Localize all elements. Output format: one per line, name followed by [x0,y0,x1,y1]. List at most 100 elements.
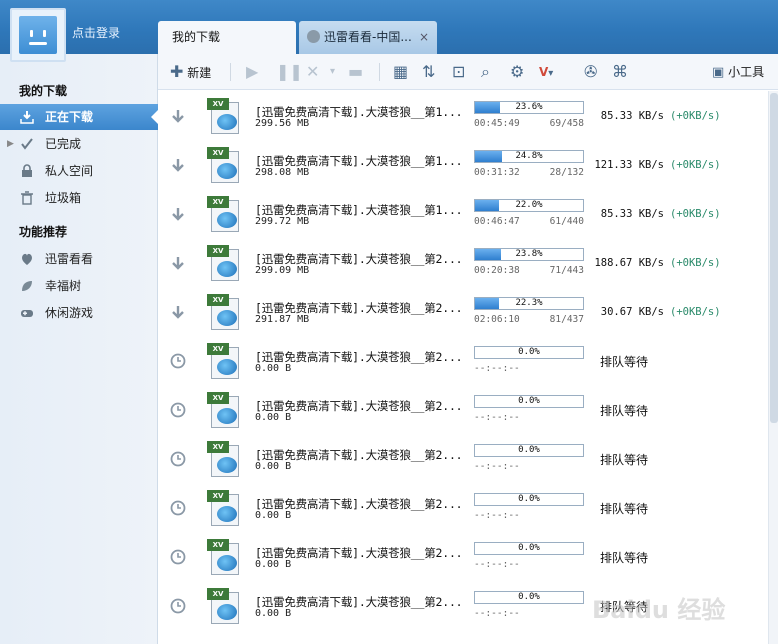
file-type-badge: XV [207,392,229,404]
expand-arrow-icon[interactable]: ▶ [7,131,14,157]
lock-icon [22,164,32,177]
watermark: Baidu 经验 [592,596,726,624]
file-size: 0.00 B [255,608,292,619]
downloading-arrow-icon [172,208,184,221]
download-row[interactable]: XV [迅雷免费高清下载].大漠苍狼__第2... 0.00 B 0.0% --:--:… [158,336,768,385]
download-row[interactable]: XV [迅雷免费高清下载].大漠苍狼__第2... 0.00 B 0.0% --:--:… [158,434,768,483]
status-label: 排队等待 [600,551,649,565]
details-button[interactable]: ⊡ [452,62,465,82]
chevron-down-icon: ▾ [330,66,336,77]
vip-badge-icon: V [539,65,549,79]
download-row[interactable]: XV [迅雷免费高清下载].大漠苍狼__第2... 299.09 MB 23.8% 00… [158,238,768,287]
vip-button[interactable]: V▾ [539,62,553,82]
sort-button[interactable]: ⇅ [422,62,435,82]
view-mode-button[interactable]: ▦ [393,62,408,82]
file-size: 0.00 B [255,412,292,423]
delete-dropdown[interactable]: ▾ [330,62,335,82]
start-button[interactable]: ▶ [246,62,258,82]
upload-speed: (+0KB/s) [670,208,721,220]
scrollbar[interactable] [768,91,778,644]
new-task-label: 新建 [187,66,212,80]
progress-bar: 0.0% [474,542,584,555]
chevron-down-icon: ▾ [548,68,554,79]
pause-button[interactable]: ❚❚ [276,62,303,82]
tools-button[interactable]: ▣ 小工具 [712,62,764,82]
new-task-button[interactable]: ✚ 新建 [170,62,211,82]
progress-bar: 0.0% [474,591,584,604]
upload-speed: (+0KB/s) [670,110,721,122]
download-row[interactable]: XV [迅雷免费高清下载].大漠苍狼__第2... 0.00 B 0.0% --:--:… [158,483,768,532]
sidebar-item-label: 已完成 [45,137,82,151]
file-type-badge: XV [207,98,229,110]
tab-label: 迅雷看看-中国... [324,30,412,44]
file-size: 299.72 MB [255,216,310,227]
sidebar-item-label: 休闲游戏 [45,306,94,320]
video-file-icon: XV [207,98,241,134]
download-row[interactable]: XV [迅雷免费高清下载].大漠苍狼__第2... 0.00 B 0.0% --:--:… [158,532,768,581]
download-row[interactable]: XV [迅雷免费高清下载].大漠苍狼__第1... 299.56 MB 23.6% 00… [158,91,768,140]
settings-button[interactable]: ⚙ [510,62,524,82]
sidebar-item-label: 私人空间 [45,164,94,178]
games-button[interactable]: ⌘ [612,62,628,82]
tab-xunlei-kankan[interactable]: 迅雷看看-中国... × [299,21,437,54]
sidebar-item-casual-games[interactable]: 休闲游戏 [0,300,158,326]
remaining-time: --:--:-- [474,559,520,570]
file-size: 291.87 MB [255,314,310,325]
avatar-face-icon [19,16,57,54]
download-row[interactable]: XV [迅雷免费高清下载].大漠苍狼__第2... 291.87 MB 22.3% 02… [158,287,768,336]
remaining-time: --:--:-- [474,363,520,374]
download-row[interactable]: XV [迅雷免费高清下载].大漠苍狼__第2... 0.00 B 0.0% --:--:… [158,385,768,434]
search-button[interactable]: ⌕ [481,62,490,82]
video-file-icon: XV [207,490,241,526]
sidebar-item-label: 幸福树 [45,279,82,293]
login-link[interactable]: 点击登录 [72,24,120,41]
sidebar: 我的下载 正在下载 ▶ 已完成 私人空间 垃圾箱 功能推荐 迅雷看看 幸福树 休… [0,54,159,644]
progress-bar: 0.0% [474,493,584,506]
file-size: 0.00 B [255,461,292,472]
sidebar-item-trash[interactable]: 垃圾箱 [0,185,158,211]
sidebar-item-completed[interactable]: ▶ 已完成 [0,131,158,157]
downloading-arrow-icon [172,306,184,319]
scrollbar-thumb[interactable] [770,93,778,423]
video-file-icon: XV [207,392,241,428]
progress-percent: 0.0% [518,592,540,602]
leaf-icon [22,281,32,291]
status-label: 排队等待 [600,355,649,369]
close-tab-icon[interactable]: × [419,21,429,54]
file-type-badge: XV [207,539,229,551]
file-size: 0.00 B [255,559,292,570]
clock-icon [170,598,186,614]
sidebar-item-happy-tree[interactable]: 幸福树 [0,273,158,299]
avatar[interactable] [10,8,66,62]
progress-percent: 0.0% [518,396,540,406]
media-button[interactable]: ✇ [584,62,597,82]
video-file-icon: XV [207,441,241,477]
remaining-time: 00:46:47 [474,216,520,227]
sidebar-item-kankan[interactable]: 迅雷看看 [0,246,158,272]
download-speed: 188.67 KB/s [594,257,664,269]
file-type-badge: XV [207,343,229,355]
folder-icon: ▬ [348,62,364,81]
file-type-badge: XV [207,147,229,159]
title-bar: 点击登录 我的下载 迅雷看看-中国... × [0,0,778,54]
download-speed: 85.33 KB/s [600,208,664,220]
download-row[interactable]: XV [迅雷免费高清下载].大漠苍狼__第1... 299.72 MB 22.0% 00… [158,189,768,238]
open-folder-button[interactable]: ▬ [348,62,363,82]
toolbar: ✚ 新建 ▶ ❚❚ ✕ ▾ ▬ ▦ ⇅ ⊡ ⌕ ⚙ V▾ ✇ ⌘ ▣ 小工具 [158,54,778,90]
progress-bar: 0.0% [474,444,584,457]
video-file-icon: XV [207,147,241,183]
sidebar-item-downloading[interactable]: 正在下载 [0,104,159,130]
remaining-time: --:--:-- [474,608,520,619]
file-type-badge: XV [207,441,229,453]
tab-my-downloads[interactable]: 我的下载 [158,21,296,54]
delete-button[interactable]: ✕ [306,62,319,82]
trash-icon [21,191,33,205]
play-icon: ▶ [246,62,259,81]
download-row[interactable]: XV [迅雷免费高清下载].大漠苍狼__第1... 298.08 MB 24.8% 00… [158,140,768,189]
remaining-time: --:--:-- [474,412,520,423]
status-label: 排队等待 [600,502,649,516]
film-reel-icon: ✇ [584,62,598,81]
remaining-time: 00:45:49 [474,118,520,129]
section-title-features: 功能推荐 [19,225,68,239]
sidebar-item-private-space[interactable]: 私人空间 [0,158,158,184]
